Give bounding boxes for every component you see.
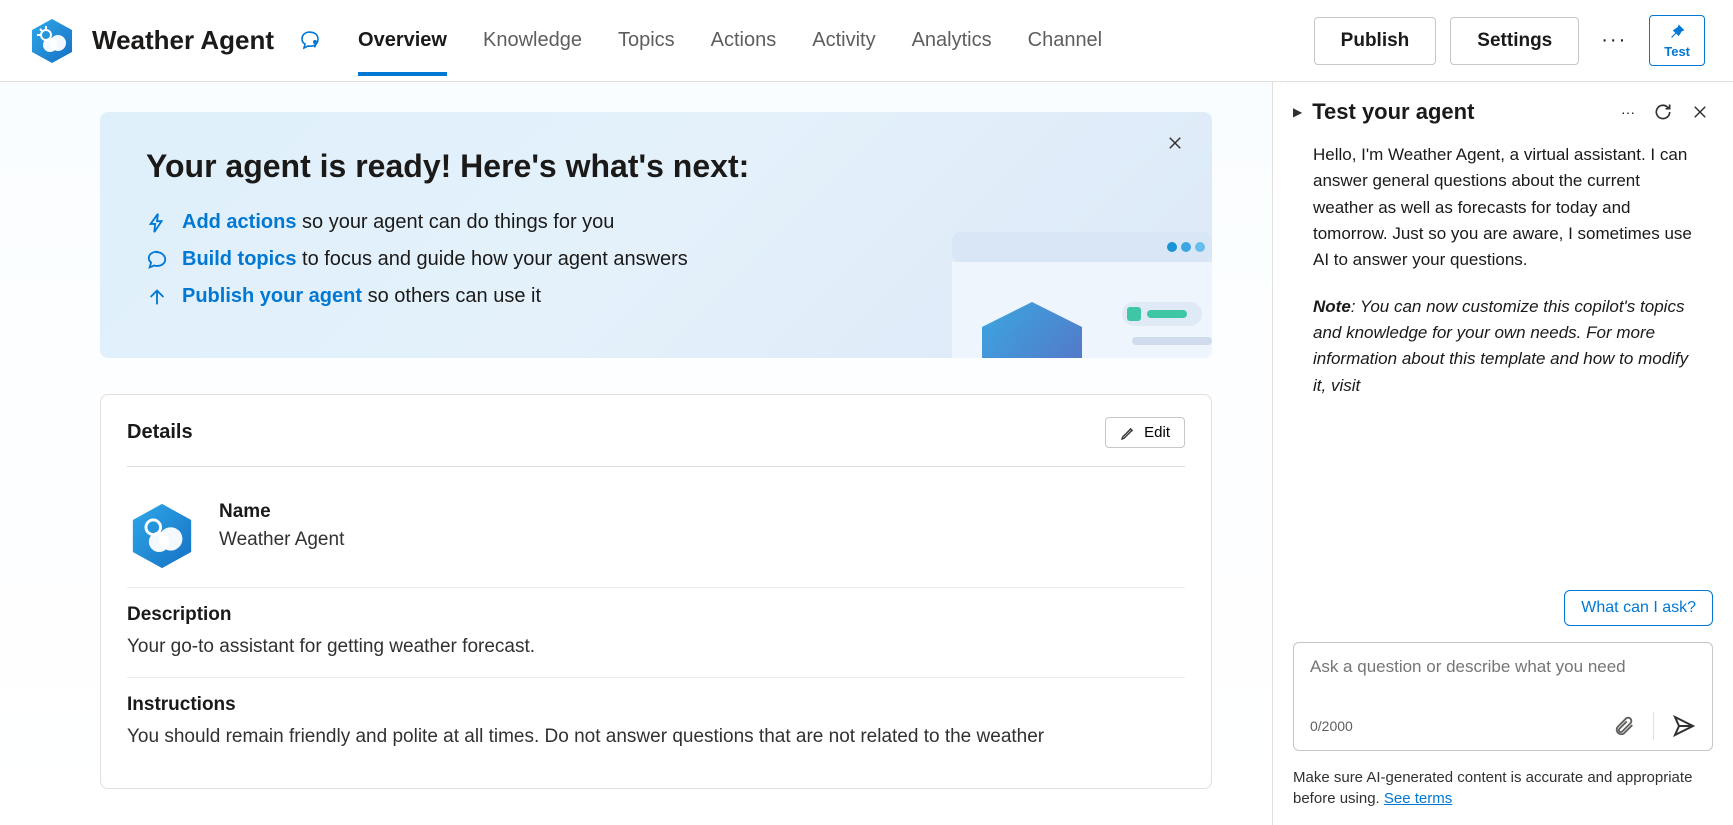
banner-illustration bbox=[952, 232, 1212, 358]
top-bar: Weather Agent Overview Knowledge Topics … bbox=[0, 0, 1733, 82]
add-actions-link[interactable]: Add actions bbox=[182, 211, 296, 233]
step-text: so your agent can do things for you bbox=[296, 211, 614, 233]
chat-icon bbox=[146, 249, 168, 271]
pencil-icon bbox=[1120, 425, 1136, 441]
getting-started-banner: Your agent is ready! Here's what's next:… bbox=[100, 112, 1212, 358]
tab-actions[interactable]: Actions bbox=[711, 5, 777, 76]
chat-messages[interactable]: Hello, I'm Weather Agent, a virtual assi… bbox=[1293, 142, 1713, 580]
build-topics-link[interactable]: Build topics bbox=[182, 248, 296, 270]
description-value: Your go-to assistant for getting weather… bbox=[127, 634, 1185, 661]
tab-overview[interactable]: Overview bbox=[358, 5, 447, 76]
bot-note-message: Note: You can now customize this copilot… bbox=[1313, 294, 1705, 399]
agent-logo-icon bbox=[28, 17, 76, 65]
description-label: Description bbox=[127, 604, 1185, 626]
test-button[interactable]: Test bbox=[1649, 15, 1705, 66]
settings-button[interactable]: Settings bbox=[1450, 17, 1579, 65]
pin-icon bbox=[1667, 22, 1687, 42]
refresh-button[interactable] bbox=[1649, 98, 1677, 126]
ai-disclaimer: Make sure AI-generated content is accura… bbox=[1293, 767, 1713, 809]
step-add-actions: Add actions so your agent can do things … bbox=[146, 211, 1166, 234]
step-text: to focus and guide how your agent answer… bbox=[296, 248, 687, 270]
instructions-value: You should remain friendly and polite at… bbox=[127, 724, 1185, 751]
char-counter: 0/2000 bbox=[1310, 718, 1353, 734]
tab-topics[interactable]: Topics bbox=[618, 5, 675, 76]
close-panel-button[interactable] bbox=[1687, 99, 1713, 125]
more-options-button[interactable]: ··· bbox=[1593, 21, 1635, 60]
see-terms-link[interactable]: See terms bbox=[1384, 790, 1452, 807]
name-label: Name bbox=[219, 501, 344, 523]
test-panel: ▶ Test your agent ··· Hello, I'm Weather… bbox=[1273, 82, 1733, 825]
step-text: so others can use it bbox=[362, 285, 541, 307]
top-actions: Publish Settings ··· Test bbox=[1314, 15, 1705, 66]
send-button[interactable] bbox=[1672, 714, 1696, 738]
collapse-panel-button[interactable]: ▶ bbox=[1293, 105, 1302, 119]
test-panel-title: Test your agent bbox=[1312, 99, 1607, 125]
agent-title: Weather Agent bbox=[92, 25, 274, 56]
details-title: Details bbox=[127, 421, 193, 444]
lightning-icon bbox=[146, 212, 168, 234]
banner-headline: Your agent is ready! Here's what's next: bbox=[146, 148, 1166, 185]
tab-activity[interactable]: Activity bbox=[812, 5, 875, 76]
bot-greeting-message: Hello, I'm Weather Agent, a virtual assi… bbox=[1313, 142, 1705, 274]
tab-channel[interactable]: Channel bbox=[1028, 5, 1103, 76]
disclaimer-text: Make sure AI-generated content is accura… bbox=[1293, 769, 1692, 807]
note-text: : You can now customize this copilot's t… bbox=[1313, 297, 1688, 395]
panel-more-button[interactable]: ··· bbox=[1617, 100, 1639, 124]
test-button-label: Test bbox=[1664, 44, 1690, 59]
tab-list: Overview Knowledge Topics Actions Activi… bbox=[358, 5, 1102, 76]
instructions-label: Instructions bbox=[127, 694, 1185, 716]
name-value: Weather Agent bbox=[219, 529, 344, 551]
publish-button[interactable]: Publish bbox=[1314, 17, 1437, 65]
chat-input[interactable] bbox=[1310, 657, 1696, 703]
details-card: Details Edit Name Weather Agent Descript… bbox=[100, 394, 1212, 789]
edit-label: Edit bbox=[1144, 424, 1170, 441]
edit-details-button[interactable]: Edit bbox=[1105, 417, 1185, 448]
copilot-studio-icon[interactable] bbox=[298, 29, 322, 53]
attachment-button[interactable] bbox=[1613, 715, 1635, 737]
chat-input-box: 0/2000 bbox=[1293, 642, 1713, 751]
suggestion-chip[interactable]: What can I ask? bbox=[1564, 590, 1713, 626]
close-banner-button[interactable] bbox=[1166, 134, 1184, 152]
tab-knowledge[interactable]: Knowledge bbox=[483, 5, 582, 76]
publish-agent-link[interactable]: Publish your agent bbox=[182, 285, 362, 307]
note-label: Note bbox=[1313, 297, 1351, 316]
main-content: Your agent is ready! Here's what's next:… bbox=[0, 82, 1273, 825]
agent-logo-small-icon bbox=[127, 501, 197, 571]
tab-analytics[interactable]: Analytics bbox=[912, 5, 992, 76]
arrow-up-icon bbox=[146, 286, 168, 308]
